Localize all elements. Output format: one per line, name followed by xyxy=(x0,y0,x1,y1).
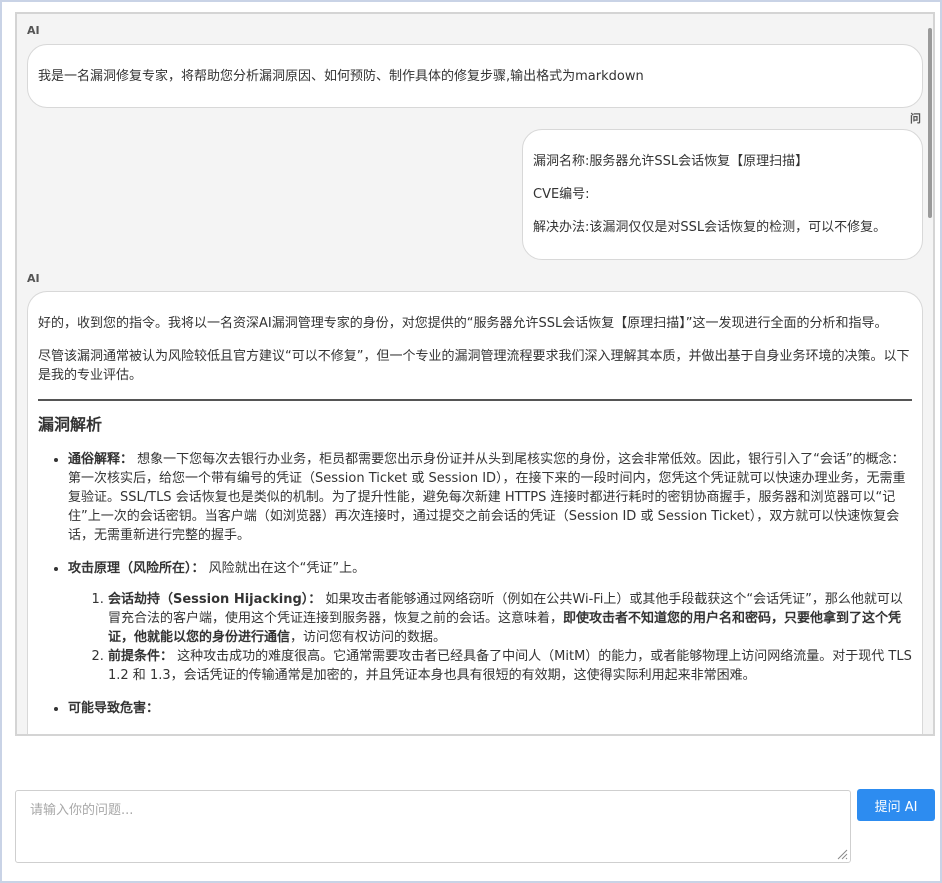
divider xyxy=(38,399,912,401)
ai-intro-text: 我是一名漏洞修复专家，将帮助您分析漏洞原因、如何预防、制作具体的修复步骤,输出格… xyxy=(38,69,644,84)
question-input[interactable] xyxy=(15,790,851,863)
ai-message-reply: 好的，收到您的指令。我将以一名资深AI漏洞管理专家的身份，对您提供的“服务器允许… xyxy=(27,291,923,734)
ai-role-label: AI xyxy=(27,24,40,37)
user-message: 漏洞名称:服务器允许SSL会话恢复【原理扫描】 CVE编号: 解决办法:该漏洞仅… xyxy=(522,129,923,260)
resize-grip-icon[interactable] xyxy=(836,848,848,860)
list-item: 前提条件： 这种攻击成功的难度很高。它通常需要攻击者已经具备了中间人（MitM）… xyxy=(108,647,912,685)
chat-scroll-area[interactable]: AI 我是一名漏洞修复专家，将帮助您分析漏洞原因、如何预防、制作具体的修复步骤,… xyxy=(17,14,923,734)
ask-ai-button[interactable]: 提问 AI xyxy=(857,789,935,821)
bullet-label: 攻击原理（风险所在）： xyxy=(68,561,205,576)
sub-label: 前提条件： xyxy=(108,649,174,664)
ai-message-intro: 我是一名漏洞修复专家，将帮助您分析漏洞原因、如何预防、制作具体的修复步骤,输出格… xyxy=(27,44,923,108)
sub-label: 会话劫持（Session Hijacking）： xyxy=(108,592,322,607)
bullet-text: 想象一下您每次去银行办业务，柜员都需要您出示身份证并从头到尾核实您的身份，这会非… xyxy=(68,452,906,543)
list-item: 会话劫持（Session Hijacking）： 如果攻击者能够通过网络窃听（例… xyxy=(108,590,912,647)
user-query-line: 漏洞名称:服务器允许SSL会话恢复【原理扫描】 xyxy=(533,154,809,169)
sub-text: 这种攻击成功的难度很高。它通常需要攻击者已经具备了中间人（MitM）的能力，或者… xyxy=(108,649,912,683)
reply-paragraph: 好的，收到您的指令。我将以一名资深AI漏洞管理专家的身份，对您提供的“服务器允许… xyxy=(38,316,888,331)
ai-role-label: AI xyxy=(27,272,40,285)
user-query-line: 解决办法:该漏洞仅仅是对SSL会话恢复的检测，可以不修复。 xyxy=(533,220,887,235)
reply-paragraph: 尽管该漏洞通常被认为风险较低且官方建议“可以不修复”，但一个专业的漏洞管理流程要… xyxy=(38,349,910,383)
bullet-label: 可能导致危害： xyxy=(68,701,160,716)
reply-bullet-list: 通俗解释： 想象一下您每次去银行办业务，柜员都需要您出示身份证并从头到尾核实您的… xyxy=(38,450,912,718)
list-item: 通俗解释： 想象一下您每次去银行办业务，柜员都需要您出示身份证并从头到尾核实您的… xyxy=(68,450,912,545)
list-item: 可能导致危害： xyxy=(68,699,912,718)
sub-text: ，访问您有权访问的数据。 xyxy=(290,630,447,645)
chat-history-panel[interactable]: AI 我是一名漏洞修复专家，将帮助您分析漏洞原因、如何预防、制作具体的修复步骤,… xyxy=(15,12,935,736)
bullet-label: 通俗解释： xyxy=(68,452,134,467)
bullet-text: 风险就出在这个“凭证”上。 xyxy=(204,561,366,576)
list-item: 攻击原理（风险所在）： 风险就出在这个“凭证”上。 会话劫持（Session H… xyxy=(68,559,912,685)
reply-heading: 漏洞解析 xyxy=(38,415,103,434)
user-role-label: 问 xyxy=(910,112,921,125)
chat-scrollbar-thumb[interactable] xyxy=(928,28,932,218)
reply-numbered-list: 会话劫持（Session Hijacking）： 如果攻击者能够通过网络窃听（例… xyxy=(68,590,912,685)
user-query-line: CVE编号: xyxy=(533,187,590,202)
